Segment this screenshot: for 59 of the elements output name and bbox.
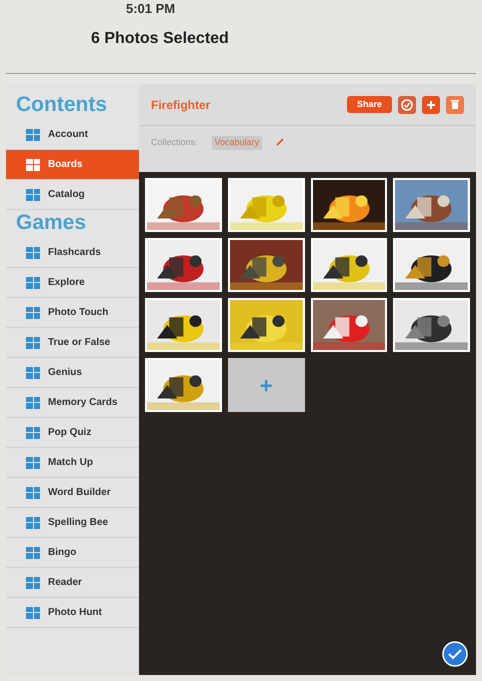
collections-label: Collections: — [151, 136, 198, 149]
sidebar-item[interactable]: Catalog — [6, 180, 139, 210]
sidebar-label: Photo Hunt — [48, 606, 102, 620]
grid-icon — [26, 576, 40, 588]
section-title: Contents — [15, 92, 108, 118]
sidebar-item[interactable]: Boards — [6, 150, 139, 180]
trash-icon[interactable] — [446, 96, 464, 114]
board-title: Firefighter — [151, 96, 210, 114]
sidebar-item[interactable]: Memory Cards — [6, 388, 139, 418]
status-time: 5:01 PM — [126, 1, 176, 17]
grid-icon — [26, 306, 40, 318]
sidebar-item[interactable]: Bingo — [6, 538, 139, 568]
grid-icon — [26, 396, 40, 408]
grid-icon — [26, 516, 40, 528]
sidebar-item[interactable]: Match Up — [6, 448, 139, 478]
sidebar-item[interactable]: Explore — [6, 268, 139, 298]
share-button[interactable]: Share — [346, 96, 392, 113]
sidebar-label: Explore — [48, 276, 85, 290]
grid-icon — [26, 336, 40, 348]
sidebar-label: Genius — [48, 366, 82, 380]
sidebar-item[interactable]: Flashcards — [6, 238, 139, 268]
sidebar-item[interactable]: Photo Touch — [6, 298, 139, 328]
sidebar-item[interactable]: Genius — [6, 358, 139, 388]
grid-icon — [26, 486, 40, 498]
pencil-icon[interactable] — [276, 138, 284, 146]
sidebar-item[interactable]: True or False — [6, 328, 139, 358]
sidebar-label: Pop Quiz — [48, 426, 92, 440]
sidebar-label: Word Builder — [48, 486, 111, 500]
sidebar-item[interactable]: Pop Quiz — [6, 418, 139, 448]
sidebar-label: Reader — [48, 576, 82, 590]
section-title: Games — [15, 210, 88, 236]
sidebar-label: Flashcards — [48, 246, 101, 260]
grid-icon — [26, 546, 40, 558]
check-circle-icon[interactable] — [398, 96, 416, 114]
grid-icon — [26, 188, 40, 200]
sidebar-label: True or False — [48, 336, 110, 350]
sidebar-item[interactable]: Reader — [6, 568, 139, 598]
plus-icon[interactable] — [422, 96, 440, 114]
sidebar-item[interactable]: Photo Hunt — [6, 598, 139, 628]
grid-icon — [26, 246, 40, 258]
grid-icon — [26, 128, 40, 140]
checkmark-icon[interactable] — [442, 641, 468, 667]
sidebar-label: Photo Touch — [48, 306, 108, 320]
sidebar-item[interactable]: Word Builder — [6, 478, 139, 508]
sidebar-label: Boards — [48, 158, 82, 172]
grid-icon — [26, 426, 40, 438]
sidebar-item[interactable]: Spelling Bee — [6, 508, 139, 538]
grid-icon — [26, 606, 40, 618]
sidebar-label: Bingo — [48, 546, 76, 560]
sidebar-label: Match Up — [48, 456, 93, 470]
sidebar-label: Spelling Bee — [48, 516, 108, 530]
selection-title: 6 Photos Selected — [91, 29, 229, 49]
sidebar-label: Catalog — [48, 188, 85, 202]
grid-icon — [26, 158, 40, 170]
sidebar-label: Account — [48, 128, 88, 142]
sidebar-label: Memory Cards — [48, 396, 118, 410]
grid-icon — [26, 366, 40, 378]
grid-icon — [26, 276, 40, 288]
grid-icon — [26, 456, 40, 468]
